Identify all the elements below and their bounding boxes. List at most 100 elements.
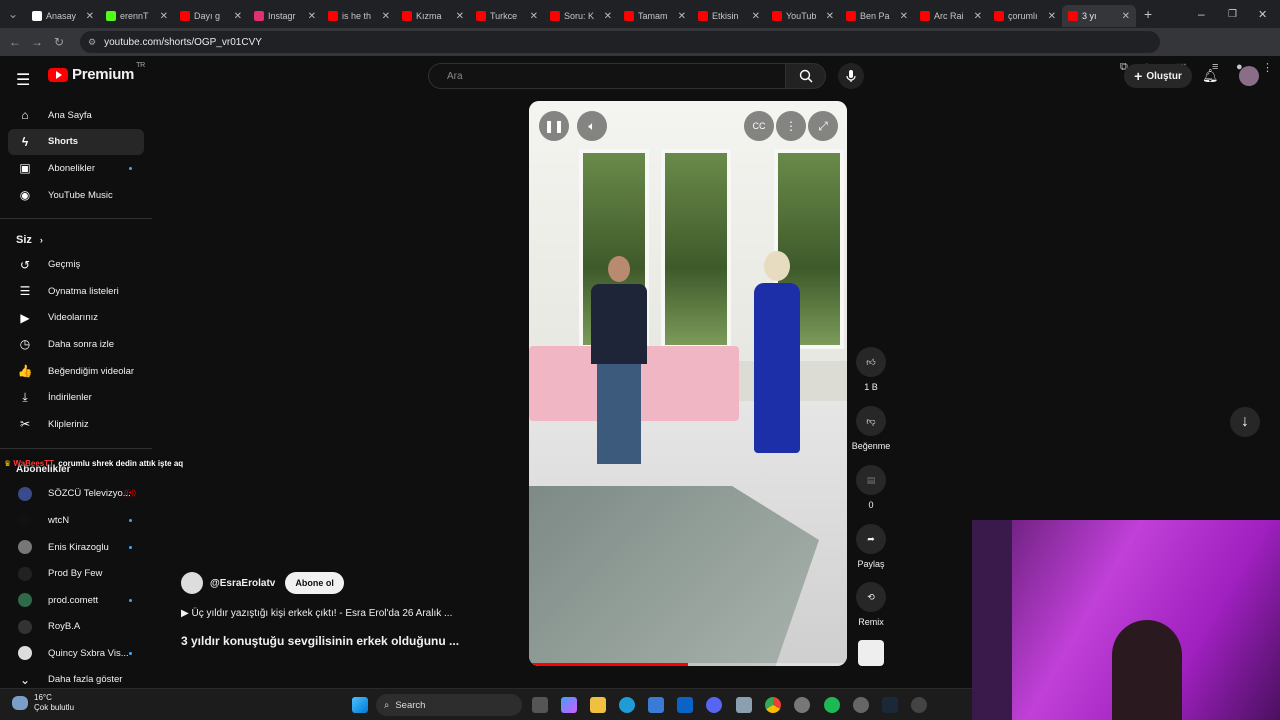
app-icon[interactable] xyxy=(736,697,752,713)
sidebar-item[interactable]: ✂ Klipleriniz xyxy=(0,411,152,438)
browser-tab[interactable]: Ben Pa ✕ xyxy=(840,5,914,27)
close-tab-icon[interactable]: ✕ xyxy=(530,11,538,22)
short-title[interactable]: 3 yıldır konuştuğu sevgilisinin erkek ol… xyxy=(181,634,459,648)
close-tab-icon[interactable]: ✕ xyxy=(308,11,316,22)
chrome-icon[interactable] xyxy=(765,697,781,713)
notifications-bell-icon[interactable]: 🔔︎ xyxy=(1202,68,1219,84)
search-button[interactable] xyxy=(786,63,826,89)
close-tab-icon[interactable]: ✕ xyxy=(604,11,612,22)
like-button[interactable]: 👍︎ 1 B xyxy=(852,347,890,392)
dislike-button[interactable]: 👎︎ Beğenme xyxy=(848,406,894,451)
share-button[interactable]: ➦ Paylaş xyxy=(852,524,890,569)
store-icon[interactable] xyxy=(648,697,664,713)
sidebar-item[interactable]: ⤓ İndirilenler xyxy=(0,384,152,411)
more-options-icon[interactable]: ⋮ xyxy=(776,111,806,141)
file-explorer-icon[interactable] xyxy=(590,697,606,713)
new-tab-button[interactable]: + xyxy=(1144,6,1152,22)
browser-tab[interactable]: Tamam ✕ xyxy=(618,5,692,27)
sidebar-channel[interactable]: Enis Kirazoglu xyxy=(0,534,152,561)
minimize-button[interactable]: – xyxy=(1198,7,1205,21)
menu-icon[interactable]: ☰ xyxy=(16,70,30,90)
sidebar-channel[interactable]: Quincy Sxbra Vis... xyxy=(0,640,152,667)
browser-tab[interactable]: YouTub ✕ xyxy=(766,5,840,27)
search-input[interactable]: Ara xyxy=(428,63,786,89)
close-tab-icon[interactable]: ✕ xyxy=(382,11,390,22)
browser-tab[interactable]: çorumlı ✕ xyxy=(988,5,1062,27)
shorts-video-player[interactable]: ❚❚ 🔈︎ CC ⋮ ⤢ xyxy=(529,101,847,666)
url-field[interactable]: ⚙ youtube.com/shorts/OGP_vr01CVY xyxy=(80,31,1160,53)
outlook-icon[interactable] xyxy=(677,697,693,713)
sidebar-item[interactable]: ϟ Shorts xyxy=(8,128,144,156)
forward-button[interactable]: → xyxy=(26,35,48,49)
sidebar-channel[interactable]: prod.comett xyxy=(0,587,152,614)
edge-icon[interactable] xyxy=(619,697,635,713)
browser-tab[interactable]: Dayı g ✕ xyxy=(174,5,248,27)
close-tab-icon[interactable]: ✕ xyxy=(678,11,686,22)
account-avatar[interactable] xyxy=(1239,66,1259,86)
sidebar-channel[interactable]: SÖZCÜ Televizyo... ((•)) xyxy=(0,481,152,508)
fullscreen-button[interactable]: ⤢ xyxy=(808,111,838,141)
copilot-icon[interactable] xyxy=(561,697,577,713)
sidebar-item[interactable]: ◉ YouTube Music xyxy=(0,182,152,209)
back-button[interactable]: ← xyxy=(4,35,26,49)
close-tab-icon[interactable]: ✕ xyxy=(1048,11,1056,22)
sidebar-item[interactable]: ◷ Daha sonra izle xyxy=(0,331,152,358)
create-button[interactable]: + Oluştur xyxy=(1124,64,1192,88)
browser-tab[interactable]: Instagr ✕ xyxy=(248,5,322,27)
browser-tab[interactable]: Anasay ✕ xyxy=(26,5,100,27)
video-progress-bar[interactable] xyxy=(529,663,847,666)
maximize-button[interactable]: ❐ xyxy=(1228,9,1237,20)
sidebar-channel[interactable]: RoyB.A xyxy=(0,614,152,641)
comments-button[interactable]: ▤ 0 xyxy=(852,465,890,510)
reload-button[interactable]: ↻ xyxy=(48,35,70,49)
sidebar-item[interactable]: ↺ Geçmiş xyxy=(0,251,152,278)
close-tab-icon[interactable]: ✕ xyxy=(974,11,982,22)
browser-tab[interactable]: 3 yı ✕ xyxy=(1062,5,1136,27)
sidebar-channel[interactable]: wtcN xyxy=(0,507,152,534)
close-tab-icon[interactable]: ✕ xyxy=(456,11,464,22)
browser-menu-icon[interactable]: ⋮ xyxy=(1262,61,1273,74)
volume-button[interactable]: 🔈︎ xyxy=(577,111,607,141)
related-video-link[interactable]: ▶ Üç yıldır yazıştığı kişi erkek çıktı! … xyxy=(181,608,452,619)
browser-tab[interactable]: Etkisin ✕ xyxy=(692,5,766,27)
close-tab-icon[interactable]: ✕ xyxy=(160,11,168,22)
close-tab-icon[interactable]: ✕ xyxy=(900,11,908,22)
weather-widget[interactable]: 16°C Çok bulutlu xyxy=(12,693,74,713)
channel-avatar[interactable] xyxy=(181,572,203,594)
pause-button[interactable]: ❚❚ xyxy=(539,111,569,141)
settings-icon[interactable] xyxy=(794,697,810,713)
steam-icon[interactable] xyxy=(882,697,898,713)
sidebar-item[interactable]: ☰ Oynatma listeleri xyxy=(0,278,152,305)
browser-tab[interactable]: Soru: K ✕ xyxy=(544,5,618,27)
site-info-icon[interactable]: ⚙ xyxy=(88,37,96,48)
tab-search-icon[interactable]: ⌄ xyxy=(0,7,26,21)
spotify-icon[interactable] xyxy=(824,697,840,713)
browser-tab[interactable]: erennT ✕ xyxy=(100,5,174,27)
media-player-icon[interactable] xyxy=(911,697,927,713)
close-tab-icon[interactable]: ✕ xyxy=(826,11,834,22)
sidebar-channel[interactable]: Prod By Few xyxy=(0,560,152,587)
task-view-icon[interactable] xyxy=(532,697,548,713)
browser-tab[interactable]: is he th ✕ xyxy=(322,5,396,27)
voice-search-button[interactable] xyxy=(838,63,864,89)
taskbar-search[interactable]: ⌕ Search xyxy=(376,694,522,716)
browser-tab[interactable]: Turkce ✕ xyxy=(470,5,544,27)
close-tab-icon[interactable]: ✕ xyxy=(234,11,242,22)
browser-tab[interactable]: Kızma ✕ xyxy=(396,5,470,27)
sound-thumbnail[interactable] xyxy=(858,640,884,666)
close-tab-icon[interactable]: ✕ xyxy=(1122,11,1130,22)
close-window-button[interactable]: ✕ xyxy=(1258,8,1267,21)
you-section-header[interactable]: Siz › xyxy=(0,229,152,251)
sidebar-item[interactable]: ▶ Videolarınız xyxy=(0,305,152,332)
app-icon[interactable] xyxy=(853,697,869,713)
sidebar-item[interactable]: 👍 Beğendiğim videolar xyxy=(0,358,152,385)
youtube-premium-logo[interactable]: Premium TR xyxy=(48,62,145,83)
sidebar-item[interactable]: ▣ Abonelikler xyxy=(0,155,152,182)
browser-tab[interactable]: Arc Rai ✕ xyxy=(914,5,988,27)
subscribe-button[interactable]: Abone ol xyxy=(285,572,344,594)
remix-button[interactable]: ⟲ Remix xyxy=(852,582,890,627)
captions-button[interactable]: CC xyxy=(744,111,774,141)
close-tab-icon[interactable]: ✕ xyxy=(752,11,760,22)
next-short-button[interactable]: ↓ xyxy=(1230,407,1260,437)
discord-icon[interactable] xyxy=(706,697,722,713)
